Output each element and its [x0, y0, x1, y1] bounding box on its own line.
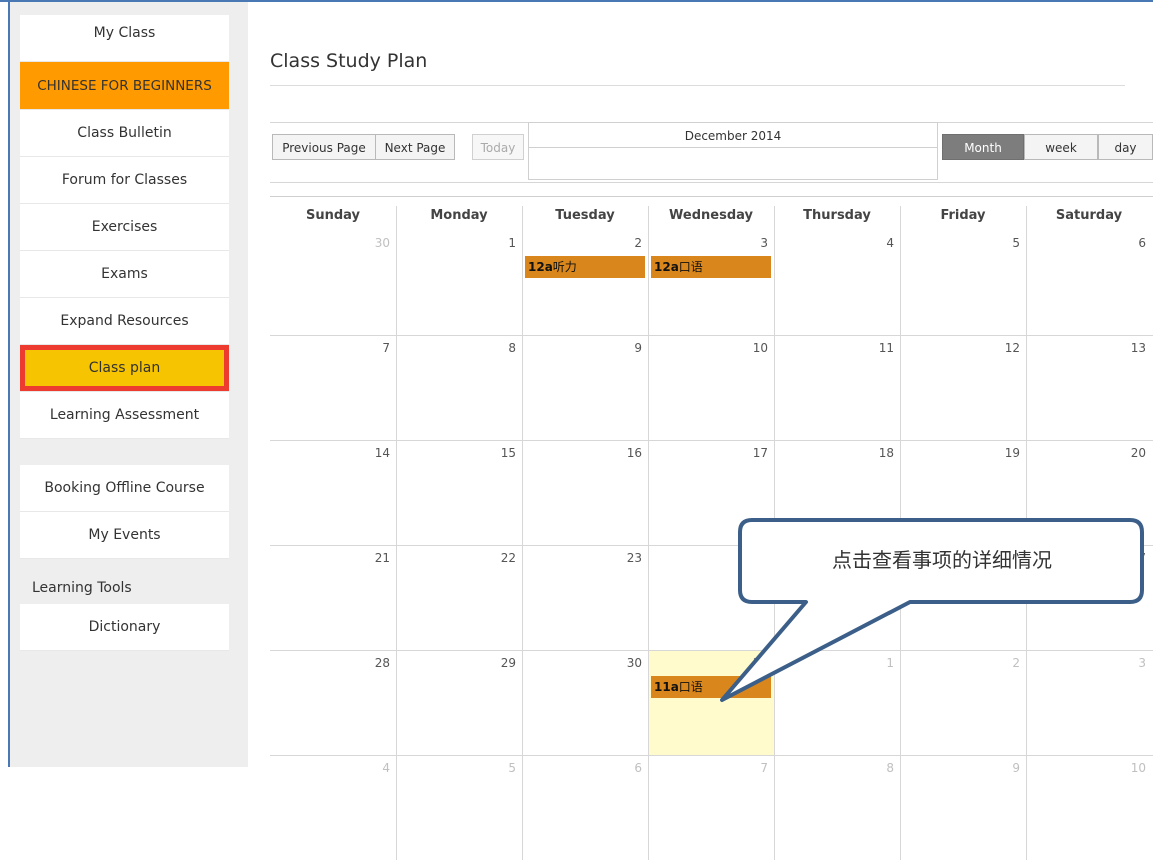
- day-cell-number[interactable]: 7: [738, 761, 768, 775]
- day-cell-number[interactable]: 2: [612, 236, 642, 250]
- day-cell-number[interactable]: 11: [864, 341, 894, 355]
- sidebar-item-forum[interactable]: Forum for Classes: [20, 157, 229, 204]
- sidebar-item-learning-assessment[interactable]: Learning Assessment: [20, 392, 229, 439]
- main-content: Class Study Plan Previous Page Next Page…: [268, 0, 1153, 860]
- day-cell-number[interactable]: 5: [486, 761, 516, 775]
- sidebar-item-my-class[interactable]: My Class: [20, 15, 229, 62]
- day-cell-number[interactable]: 4: [360, 761, 390, 775]
- day-cell-number[interactable]: 28: [360, 656, 390, 670]
- sidebar-item-exams[interactable]: Exams: [20, 251, 229, 298]
- calendar-event[interactable]: 11a口语: [651, 676, 771, 698]
- event-title: 听力: [552, 260, 577, 274]
- weekday-header: Thursday: [803, 208, 871, 223]
- day-cell-number[interactable]: 8: [864, 761, 894, 775]
- day-cell-number[interactable]: 22: [486, 551, 516, 565]
- grid-column-line: [396, 206, 397, 860]
- day-cell-number[interactable]: 29: [486, 656, 516, 670]
- event-time: 12a: [528, 260, 553, 274]
- day-cell-number[interactable]: 6: [1116, 236, 1146, 250]
- sidebar-menu-events: Booking Offline Course My Events: [20, 465, 229, 559]
- day-cell-number[interactable]: 2: [990, 656, 1020, 670]
- grid-row-line: [270, 440, 1153, 441]
- day-cell-number[interactable]: 1: [864, 656, 894, 670]
- weekday-header: Saturday: [1055, 208, 1123, 223]
- event-title: 口语: [678, 680, 703, 694]
- day-cell-number[interactable]: 18: [864, 446, 894, 460]
- view-day-button[interactable]: day: [1098, 134, 1153, 160]
- day-cell-number[interactable]: 23: [612, 551, 642, 565]
- day-cell-number[interactable]: 30: [612, 656, 642, 670]
- day-cell-number[interactable]: 7: [360, 341, 390, 355]
- sidebar-item-my-events[interactable]: My Events: [20, 512, 229, 559]
- page-title: Class Study Plan: [270, 50, 428, 72]
- sidebar-item-expand-resources[interactable]: Expand Resources: [20, 298, 229, 345]
- month-title: December 2014: [684, 129, 782, 143]
- day-cell-number[interactable]: 4: [864, 236, 894, 250]
- day-cell-number[interactable]: 3: [1116, 656, 1146, 670]
- calendar-event[interactable]: 12a口语: [651, 256, 771, 278]
- day-cell-number[interactable]: 5: [990, 236, 1020, 250]
- sidebar-item-booking-offline[interactable]: Booking Offline Course: [20, 465, 229, 512]
- weekday-header: Wednesday: [669, 208, 753, 223]
- callout-text: 点击查看事项的详细情况: [832, 548, 1052, 572]
- event-time: 12a: [654, 260, 679, 274]
- day-cell-number[interactable]: 21: [360, 551, 390, 565]
- day-cell-number[interactable]: 14: [360, 446, 390, 460]
- sidebar-menu-class: My Class CHINESE FOR BEGINNERS Class Bul…: [20, 15, 229, 439]
- grid-row-line: [270, 755, 1153, 756]
- event-title: 口语: [678, 260, 703, 274]
- weekday-header: Monday: [430, 208, 488, 223]
- grid-row-line: [270, 650, 1153, 651]
- month-title-box: December 2014: [528, 122, 938, 180]
- weekday-header: Friday: [940, 208, 986, 223]
- grid-column-line: [522, 206, 523, 860]
- day-cell-number[interactable]: 30: [360, 236, 390, 250]
- day-cell-number[interactable]: 17: [738, 446, 768, 460]
- calendar-toolbar: Previous Page Next Page Today December 2…: [270, 122, 1153, 183]
- next-page-button[interactable]: Next Page: [375, 134, 455, 160]
- sidebar-item-exercises[interactable]: Exercises: [20, 204, 229, 251]
- calendar-top-rule: [270, 196, 1153, 197]
- day-cell-number[interactable]: 9: [990, 761, 1020, 775]
- grid-column-line: [648, 206, 649, 860]
- event-time: 11a: [654, 680, 679, 694]
- learning-tools-heading: Learning Tools: [32, 580, 132, 596]
- day-cell-number[interactable]: 15: [486, 446, 516, 460]
- day-cell-number[interactable]: 19: [990, 446, 1020, 460]
- month-title-divider: [529, 147, 937, 148]
- day-cell-number[interactable]: 12: [990, 341, 1020, 355]
- sidebar-item-course[interactable]: CHINESE FOR BEGINNERS: [20, 62, 229, 110]
- day-cell-number[interactable]: 16: [612, 446, 642, 460]
- day-cell-number[interactable]: 1: [486, 236, 516, 250]
- grid-row-line: [270, 335, 1153, 336]
- day-cell-number[interactable]: 20: [1116, 446, 1146, 460]
- day-cell-number[interactable]: 10: [1116, 761, 1146, 775]
- sidebar-menu-tools: Dictionary: [20, 604, 229, 651]
- weekday-header: Sunday: [305, 208, 361, 223]
- sidebar-item-class-plan[interactable]: Class plan: [20, 345, 229, 392]
- day-cell-number[interactable]: 8: [486, 341, 516, 355]
- view-week-button[interactable]: week: [1024, 134, 1098, 160]
- day-cell-number[interactable]: 31: [738, 656, 768, 670]
- sidebar-item-class-bulletin[interactable]: Class Bulletin: [20, 110, 229, 157]
- today-button[interactable]: Today: [472, 134, 524, 160]
- title-divider: [270, 85, 1125, 86]
- day-cell-number[interactable]: 3: [738, 236, 768, 250]
- calendar-event[interactable]: 12a听力: [525, 256, 645, 278]
- previous-page-button[interactable]: Previous Page: [272, 134, 376, 160]
- sidebar-item-dictionary[interactable]: Dictionary: [20, 604, 229, 651]
- weekday-header: Tuesday: [555, 208, 615, 223]
- day-cell-number[interactable]: 9: [612, 341, 642, 355]
- day-cell-number[interactable]: 10: [738, 341, 768, 355]
- view-month-button[interactable]: Month: [942, 134, 1024, 160]
- day-cell-number[interactable]: 13: [1116, 341, 1146, 355]
- day-cell-number[interactable]: 6: [612, 761, 642, 775]
